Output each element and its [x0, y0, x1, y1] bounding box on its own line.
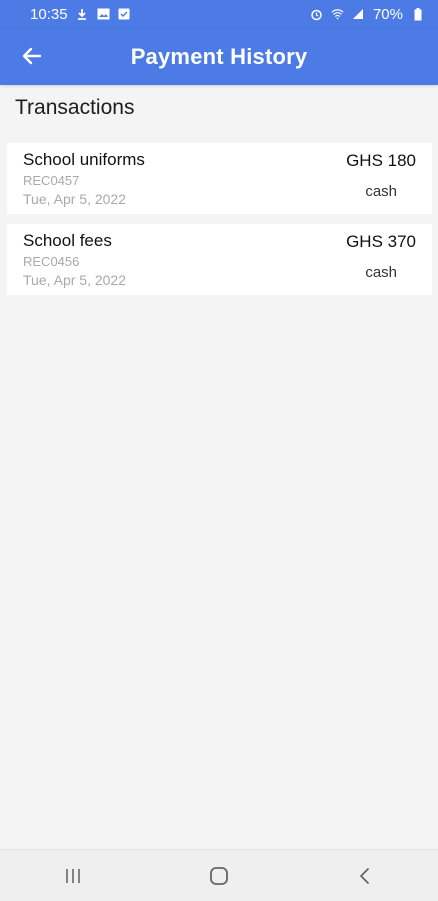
back-button[interactable] [18, 42, 46, 70]
transaction-date: Tue, Apr 5, 2022 [23, 191, 126, 207]
status-left: 10:35 [30, 6, 131, 23]
app-bar: Payment History [0, 28, 438, 85]
wifi-icon [331, 8, 344, 21]
transaction-date: Tue, Apr 5, 2022 [23, 272, 126, 288]
nav-back-button[interactable] [345, 856, 385, 896]
back-icon [360, 867, 369, 884]
status-right: 70% [310, 6, 424, 23]
transaction-card[interactable]: School fees REC0456 Tue, Apr 5, 2022 GHS… [7, 224, 432, 295]
alarm-icon [310, 8, 323, 21]
transactions-list: School uniforms REC0457 Tue, Apr 5, 2022… [7, 143, 432, 305]
transaction-ref: REC0456 [23, 254, 80, 269]
download-icon [76, 8, 89, 21]
home-icon [210, 866, 228, 885]
transaction-amount: GHS 370 [346, 232, 416, 251]
battery-icon [411, 7, 424, 21]
section-title: Transactions [15, 96, 135, 119]
home-button[interactable] [199, 856, 239, 896]
transaction-title: School fees [23, 231, 112, 250]
transaction-method: cash [365, 183, 397, 200]
notification-icon [118, 8, 131, 21]
transaction-title: School uniforms [23, 150, 145, 169]
transaction-amount: GHS 180 [346, 151, 416, 170]
page-title: Payment History [130, 43, 308, 69]
transaction-method: cash [365, 264, 397, 281]
back-arrow-icon [22, 47, 42, 65]
recent-apps-icon [66, 868, 80, 883]
image-icon [97, 8, 110, 21]
signal-icon [352, 8, 365, 21]
transaction-ref: REC0457 [23, 173, 80, 188]
transaction-card[interactable]: School uniforms REC0457 Tue, Apr 5, 2022… [7, 143, 432, 214]
recent-apps-button[interactable] [53, 856, 93, 896]
system-nav-bar [0, 849, 438, 901]
battery-percent: 70% [372, 5, 403, 23]
status-bar: 10:35 70% [0, 0, 438, 28]
status-time: 10:35 [30, 5, 68, 23]
